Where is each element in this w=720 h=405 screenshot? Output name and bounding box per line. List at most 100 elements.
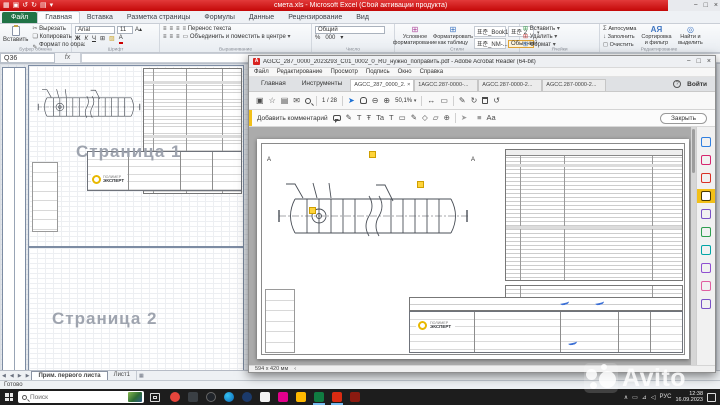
taskbar-search[interactable]: Поиск (18, 391, 144, 403)
tab-home[interactable]: Главная (253, 80, 294, 91)
fill-button[interactable]: ↓ Заполнить (603, 34, 636, 41)
organize-pages-tool[interactable] (697, 225, 716, 239)
acrobat-taskbar-icon[interactable] (331, 392, 343, 405)
pdf-app-icon[interactable] (350, 392, 360, 402)
camera-app-icon[interactable] (206, 392, 216, 402)
find-select-button[interactable]: ◎ Найти и выделить (676, 26, 704, 46)
delete-cells-button[interactable]: ⊞ Удалить ▾ (523, 34, 597, 41)
network-icon[interactable]: ⊿ (642, 394, 647, 401)
borders-button[interactable]: ⊞ (100, 36, 105, 43)
maximize-button[interactable]: □ (704, 2, 708, 9)
attach-tool-icon[interactable]: ⊕ (444, 114, 450, 122)
refresh-icon[interactable]: ↺ (493, 96, 500, 105)
sticky-note-tool-icon[interactable] (332, 115, 341, 123)
strikethrough-tool-icon[interactable]: Ŧ (367, 114, 372, 122)
wrap-text-button[interactable]: ≡ Перенос текста (183, 26, 232, 33)
underline-button[interactable]: Ч (92, 36, 96, 43)
redo-button[interactable]: ↻ (31, 0, 37, 11)
paste-button[interactable]: Вставить (3, 25, 28, 43)
insert-text-tool-icon[interactable]: Ta (376, 114, 384, 122)
taskbar-clock[interactable]: 12:38 16.09.2023 (675, 391, 703, 404)
sign-in-button[interactable]: Войти (687, 81, 707, 88)
select-tool-icon[interactable]: ➤ (348, 96, 355, 105)
align-bottom-button[interactable]: ≡ (176, 26, 180, 33)
insert-sheet-button[interactable]: ▦ (137, 371, 146, 380)
close-button[interactable]: × (707, 58, 711, 65)
tab-close-icon[interactable]: × (407, 82, 410, 91)
close-comment-toolbar-button[interactable]: Закрыть (659, 112, 707, 124)
close-button[interactable]: × (714, 2, 718, 9)
doc-tab-1-active[interactable]: AGCC_287_0000_2... × (350, 79, 415, 91)
sticky-note-annotation[interactable] (369, 151, 376, 158)
fill-color-button[interactable]: ▨ (109, 36, 115, 43)
star-favorite-icon[interactable]: ☆ (269, 96, 276, 105)
sheet-nav-last[interactable]: ▶ (24, 371, 32, 380)
menu-view[interactable]: Просмотр (330, 69, 357, 75)
create-pdf-tool[interactable] (697, 171, 716, 185)
volume-icon[interactable]: ◁ (651, 394, 656, 401)
hand-tool-icon[interactable] (359, 97, 367, 104)
comment-tool-active[interactable] (696, 189, 715, 203)
menu-file[interactable]: Файл (254, 69, 269, 75)
pin-tool-icon[interactable]: ➤ (461, 114, 467, 122)
tab-tools[interactable]: Инструменты (294, 80, 351, 91)
save-icon[interactable]: ▣ (256, 96, 264, 105)
text-box-tool-icon[interactable]: ▭ (399, 114, 406, 122)
fit-page-icon[interactable]: ▭ (440, 96, 448, 105)
fit-width-icon[interactable]: ↔ (427, 96, 435, 105)
line-thickness-icon[interactable]: ≡ (477, 114, 481, 122)
tab-view[interactable]: Вид (349, 12, 376, 23)
scrollbar-thumb[interactable] (692, 129, 695, 173)
excel-taskbar-icon[interactable] (313, 392, 325, 405)
align-left-button[interactable]: ≡ (163, 34, 167, 41)
utility-app-icon[interactable] (188, 392, 198, 402)
font-color-button[interactable]: A (118, 35, 123, 44)
sheet-tab-primary[interactable]: Прим. первого листа (31, 371, 108, 380)
style-cell-1[interactable]: 표준_Book1 (474, 26, 508, 37)
collapse-status-icon[interactable]: ‹ (294, 366, 296, 372)
fx-icon[interactable]: fx (55, 53, 81, 63)
sort-filter-button[interactable]: АЯ Сортировка и фильтр (641, 26, 671, 46)
sheet-nav-prev[interactable]: ◀ (8, 371, 16, 380)
sheet-nav-next[interactable]: ▶ (16, 371, 24, 380)
replace-text-tool-icon[interactable]: T (389, 114, 394, 122)
align-center-button[interactable]: ≡ (170, 34, 174, 41)
number-format-select[interactable]: Общий (315, 26, 385, 34)
print-icon[interactable]: ▤ (281, 96, 289, 105)
sheet-nav-first[interactable]: ◀ (0, 371, 8, 380)
rotate-icon[interactable]: ↻ (471, 96, 478, 105)
italic-button[interactable]: К (84, 36, 88, 43)
bold-button[interactable]: Ж (75, 36, 80, 43)
page-indicator[interactable]: 1 / 28 (322, 98, 337, 104)
print-button[interactable]: ▤ (40, 0, 47, 11)
sticky-note-annotation[interactable] (417, 181, 424, 188)
menu-window[interactable]: Окно (398, 69, 412, 75)
align-right-button[interactable]: ≡ (176, 34, 180, 41)
tray-expand-icon[interactable]: ∧ (624, 394, 628, 401)
store-app-icon[interactable] (260, 392, 270, 402)
start-button[interactable] (0, 393, 18, 401)
request-signatures-tool[interactable] (697, 279, 716, 293)
autosum-button[interactable]: Σ Автосумма (603, 26, 636, 33)
language-indicator[interactable]: РУС (659, 394, 671, 400)
stamp-tool-icon[interactable]: ▱ (433, 114, 439, 122)
maximize-button[interactable]: □ (697, 58, 701, 65)
excel-vertical-scrollbar[interactable] (716, 64, 720, 370)
task-view-button[interactable] (150, 392, 160, 402)
merge-center-button[interactable]: ▭ Объединить и поместить в центре ▾ (183, 34, 291, 41)
compress-pdf-tool[interactable] (697, 243, 716, 257)
underline-text-tool-icon[interactable]: T (357, 114, 362, 122)
tab-review[interactable]: Рецензирование (281, 12, 349, 23)
graphics-app-icon[interactable] (278, 392, 288, 402)
annotate-icon[interactable]: ✎ (459, 96, 466, 105)
format-as-table-button[interactable]: ⊞ Форматировать как таблицу (433, 26, 473, 46)
font-family-select[interactable]: Arial (75, 26, 115, 34)
edit-pdf-tool[interactable] (697, 153, 716, 167)
tab-formulas[interactable]: Формулы (197, 12, 241, 23)
help-circle-icon[interactable]: ? (673, 80, 682, 88)
minimize-button[interactable]: − (687, 58, 691, 65)
eraser-tool-icon[interactable]: ◇ (422, 114, 428, 122)
doc-tab-2[interactable]: 1AGCC.287-0000-... (414, 79, 479, 91)
text-style-icon[interactable]: Aa (487, 114, 496, 122)
search-icon[interactable] (305, 97, 311, 104)
